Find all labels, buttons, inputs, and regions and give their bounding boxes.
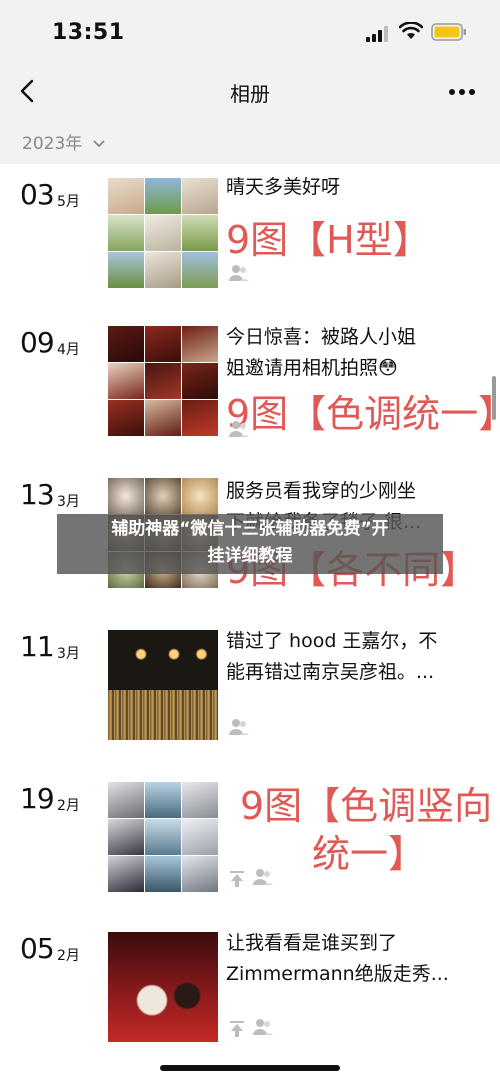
photo-grid-thumbnail[interactable] [108, 178, 218, 288]
entry-caption: 错过了 hood 王嘉尔，不 能再错过南京吴彦祖。... [226, 630, 438, 683]
overlay-big-text: 9图【H型】 [226, 218, 431, 262]
page-title: 相册 [230, 82, 270, 106]
entry-day: 05 [20, 932, 55, 965]
entry-day: 09 [20, 326, 55, 359]
entry-month: 5月 [57, 194, 80, 210]
entry-day: 19 [20, 782, 55, 815]
entry-month: 3月 [57, 494, 80, 510]
overlay-big-text: 9图【色调竖向 统一】 [240, 784, 493, 876]
photo-grid-thumbnail[interactable] [108, 782, 218, 892]
status-time: 13:51 [52, 20, 125, 45]
entry-month: 2月 [57, 798, 80, 814]
friends-visibility-icon [229, 265, 249, 281]
more-options-icon[interactable] [448, 88, 476, 96]
photo-thumbnail[interactable] [108, 630, 218, 740]
entry-day: 11 [20, 630, 55, 663]
entry-month: 3月 [57, 646, 80, 662]
year-label: 2023年 [22, 129, 106, 154]
photo-grid-thumbnail[interactable] [108, 326, 218, 436]
signal-icon [366, 26, 388, 42]
friends-visibility-icon [253, 1019, 273, 1035]
entry-caption: 晴天多美好呀 [226, 176, 341, 198]
status-bar: 13:51 [0, 0, 500, 66]
entry-caption: 今日惊喜：被路人小姐 姐邀请用相机拍照😳 [226, 326, 417, 379]
scrollbar[interactable] [492, 376, 496, 420]
year-header[interactable]: 2023年 [0, 116, 500, 164]
photo-thumbnail[interactable] [108, 932, 218, 1042]
friends-visibility-icon [229, 421, 249, 437]
friends-visibility-icon [229, 719, 249, 735]
wifi-icon [399, 22, 423, 39]
entry-day: 13 [20, 478, 55, 511]
entry-caption: 让我看看是谁买到了 Zimmermann绝版走秀... [226, 932, 449, 985]
entry-day: 03 [20, 178, 55, 211]
home-indicator[interactable] [160, 1065, 340, 1071]
friends-visibility-icon [253, 869, 273, 885]
chevron-down-icon [93, 140, 105, 148]
nav-bar: 相册 [0, 66, 500, 116]
entry-month: 2月 [57, 948, 80, 964]
promo-overlay-banner: 辅助神器“微信十三张辅助器免费”开 挂详细教程 [57, 514, 443, 574]
entry-month: 4月 [57, 342, 80, 358]
battery-icon [431, 23, 466, 41]
overlay-big-text: 9图【色调统一】 [226, 392, 500, 436]
pin-top-icon [230, 871, 244, 887]
pin-top-icon [230, 1021, 244, 1037]
